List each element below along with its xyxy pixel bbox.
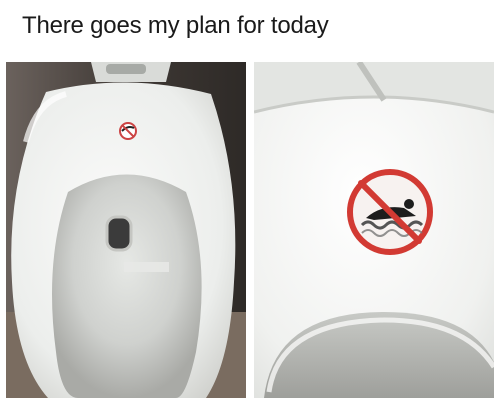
- meme-caption: There goes my plan for today: [22, 12, 329, 39]
- panel-divider: [246, 62, 254, 398]
- toilet-seat-photo: [6, 62, 246, 398]
- drain-hole: [105, 215, 133, 252]
- toilet-bowl: [52, 174, 202, 398]
- no-swimming-icon: [347, 169, 433, 255]
- no-swimming-icon: [119, 122, 137, 140]
- sign-closeup-photo: [254, 62, 494, 398]
